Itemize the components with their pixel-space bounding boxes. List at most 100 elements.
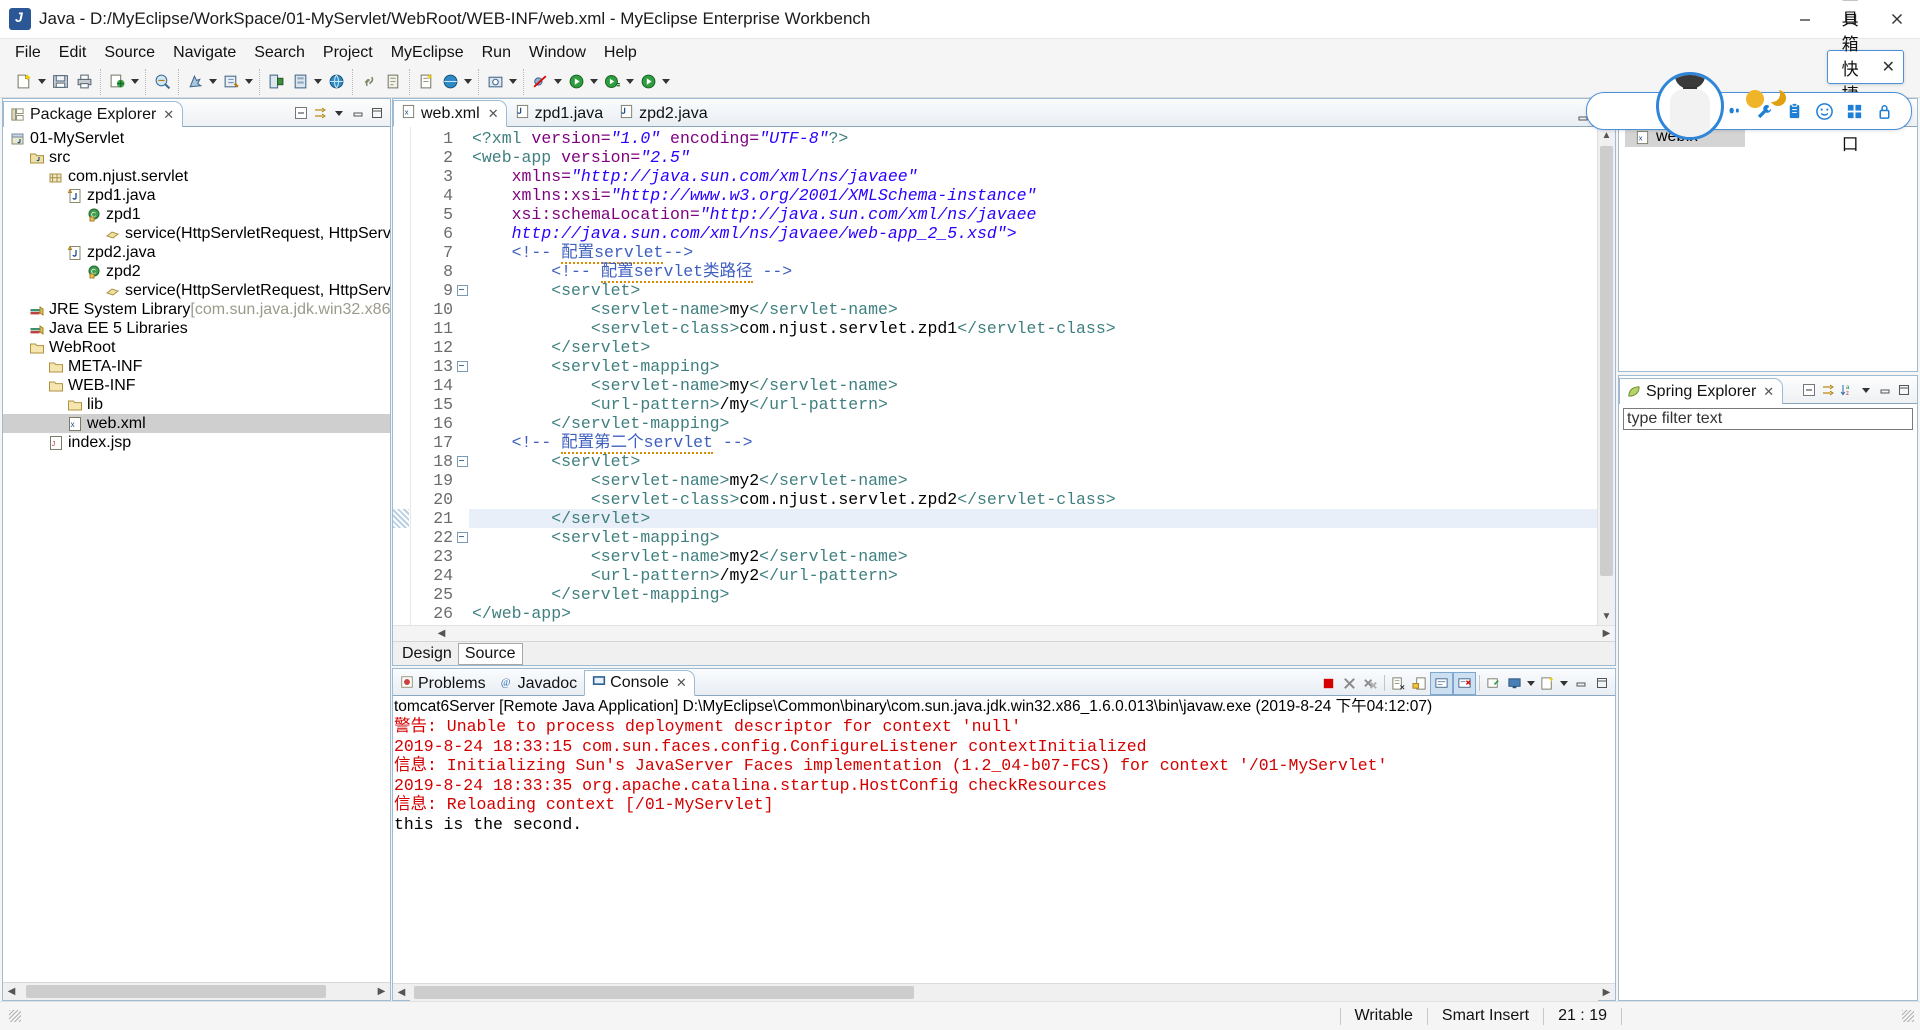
open-console-dropdown[interactable] — [1558, 671, 1570, 695]
folding-column[interactable] — [456, 127, 469, 625]
tab-javadoc[interactable]: @ Javadoc — [493, 672, 585, 696]
tree-item-zpd2[interactable]: Czpd2 — [3, 262, 390, 281]
scroll-right-arrow[interactable]: ▶ — [373, 983, 390, 1000]
tab-console[interactable]: Console ✕ — [584, 670, 695, 696]
code-line[interactable]: <servlet-mapping> — [469, 528, 1597, 547]
close-icon[interactable]: ✕ — [676, 675, 687, 691]
tree-item-service-httpservletrequest-httpservletresp[interactable]: service(HttpServletRequest, HttpServletR… — [3, 281, 390, 300]
tab-design[interactable]: Design — [396, 644, 458, 664]
hscroll-thumb[interactable] — [414, 986, 914, 999]
external-tools-dropdown[interactable] — [243, 70, 255, 94]
code-line[interactable]: <!-- 配置servlet--> — [469, 243, 1597, 262]
search-doc-icon[interactable] — [381, 70, 405, 94]
tree-item-src[interactable]: src — [3, 148, 390, 167]
pin-console-icon[interactable] — [1483, 673, 1504, 694]
debug-run-icon[interactable] — [636, 70, 660, 94]
display-selected-console-icon[interactable] — [1504, 673, 1525, 694]
menu-help[interactable]: Help — [595, 41, 646, 65]
server-dropdown[interactable] — [312, 70, 324, 94]
code-line[interactable]: <servlet-name>my</servlet-name> — [469, 300, 1597, 319]
deploy-icon[interactable] — [264, 70, 288, 94]
code-line[interactable]: <!-- 配置servlet类路径 --> — [469, 262, 1597, 281]
open-console-icon[interactable] — [1537, 673, 1558, 694]
view-menu-icon[interactable] — [1856, 381, 1875, 400]
tree-item-jre-system-library[interactable]: JRE System Library [com.sun.java.jdk.win… — [3, 300, 390, 319]
scroll-right-arrow[interactable]: ▶ — [1598, 625, 1615, 642]
menu-edit[interactable]: Edit — [50, 41, 96, 65]
code-line[interactable]: xmlns="http://java.sun.com/xml/ns/javaee… — [469, 167, 1597, 186]
tree-item-web-inf[interactable]: WEB-INF — [3, 376, 390, 395]
tree-item-zpd1[interactable]: Czpd1 — [3, 205, 390, 224]
code-line[interactable]: </servlet-mapping> — [469, 585, 1597, 604]
print-icon[interactable] — [72, 70, 96, 94]
scroll-down-arrow[interactable]: ▼ — [1598, 608, 1615, 625]
tab-spring-explorer[interactable]: Spring Explorer ✕ — [1619, 378, 1783, 404]
minimize-icon[interactable] — [1570, 673, 1591, 694]
code-line[interactable]: <!-- 配置第二个servlet --> — [469, 433, 1597, 452]
remove-all-terminated-icon[interactable] — [1360, 673, 1381, 694]
code-line[interactable]: <servlet> — [469, 281, 1597, 300]
code-line[interactable]: xmlns:xsi="http://www.w3.org/2001/XMLSch… — [469, 186, 1597, 205]
code-line[interactable]: </web-app> — [469, 604, 1597, 623]
save-icon[interactable] — [48, 70, 72, 94]
server-icon[interactable] — [288, 70, 312, 94]
code-line[interactable]: </servlet-mapping> — [469, 414, 1597, 433]
link-with-editor-icon[interactable] — [310, 104, 329, 123]
close-icon[interactable]: ✕ — [163, 107, 174, 123]
close-icon[interactable]: ✕ — [1763, 384, 1774, 400]
external-tools-icon[interactable] — [219, 70, 243, 94]
tree-item-zpd2-java[interactable]: zpd2.java — [3, 243, 390, 262]
ime-avatar[interactable] — [1656, 72, 1724, 140]
new-file-icon[interactable] — [414, 70, 438, 94]
vscroll-thumb[interactable] — [1600, 146, 1613, 576]
tab-package-explorer[interactable]: Package Explorer ✕ — [3, 101, 183, 127]
tree-item-zpd1-java[interactable]: zpd1.java — [3, 186, 390, 205]
collapse-all-icon[interactable] — [291, 104, 310, 123]
minimize-button[interactable] — [1782, 0, 1828, 38]
editor-vscroll[interactable]: ▲ ▼ — [1597, 127, 1615, 625]
menu-navigate[interactable]: Navigate — [164, 41, 245, 65]
show-console-on-error-icon[interactable] — [1453, 672, 1476, 695]
spring-filter-input[interactable] — [1623, 408, 1913, 430]
scroll-left-arrow[interactable]: ◀ — [393, 984, 410, 1001]
terminate-icon[interactable] — [1318, 673, 1339, 694]
debug-dropdown[interactable] — [129, 70, 141, 94]
tree-item-lib[interactable]: lib — [3, 395, 390, 414]
run-dropdown[interactable] — [588, 70, 600, 94]
menu-source[interactable]: Source — [95, 41, 164, 65]
console-hscroll[interactable]: ◀ ▶ — [393, 983, 1615, 1000]
tree-item-index-jsp[interactable]: Jindex.jsp — [3, 433, 390, 452]
menu-search[interactable]: Search — [245, 41, 314, 65]
code-line[interactable]: xsi:schemaLocation="http://java.sun.com/… — [469, 205, 1597, 224]
code-line[interactable]: <?xml version="1.0" encoding="UTF-8"?> — [469, 129, 1597, 148]
menu-project[interactable]: Project — [314, 41, 382, 65]
fold-toggle-icon[interactable] — [456, 281, 469, 300]
fold-toggle-icon[interactable] — [456, 452, 469, 471]
code-line[interactable]: <servlet-name>my2</servlet-name> — [469, 471, 1597, 490]
grid-icon[interactable] — [1839, 96, 1869, 126]
run-icon[interactable] — [564, 70, 588, 94]
marker-column[interactable] — [393, 127, 411, 625]
code-line[interactable]: <servlet-mapping> — [469, 357, 1597, 376]
link-icon[interactable] — [357, 70, 381, 94]
code-line[interactable]: <url-pattern>/my</url-pattern> — [469, 395, 1597, 414]
scroll-left-arrow[interactable]: ◀ — [3, 983, 20, 1000]
tree-item-meta-inf[interactable]: META-INF — [3, 357, 390, 376]
browser-dropdown[interactable] — [462, 70, 474, 94]
menu-window[interactable]: Window — [520, 41, 595, 65]
maximize-icon[interactable] — [1591, 673, 1612, 694]
fold-toggle-icon[interactable] — [456, 357, 469, 376]
minimize-icon[interactable] — [348, 104, 367, 123]
view-menu-icon[interactable] — [329, 104, 348, 123]
code-line[interactable]: http://java.sun.com/xml/ns/javaee/web-ap… — [469, 224, 1597, 243]
vscroll-track[interactable] — [1598, 144, 1615, 608]
lock-scroll-icon[interactable] — [1409, 673, 1430, 694]
editor-tab-zpd2[interactable]: zpd2.java — [611, 100, 716, 127]
open-type-icon[interactable] — [150, 70, 174, 94]
fold-toggle-icon[interactable] — [456, 528, 469, 547]
code-line[interactable]: <servlet-class>com.njust.servlet.zpd1</s… — [469, 319, 1597, 338]
browser-icon[interactable] — [438, 70, 462, 94]
run-last-tool-dropdown[interactable] — [207, 70, 219, 94]
maximize-icon[interactable] — [367, 104, 386, 123]
show-console-on-output-icon[interactable] — [1430, 672, 1453, 695]
